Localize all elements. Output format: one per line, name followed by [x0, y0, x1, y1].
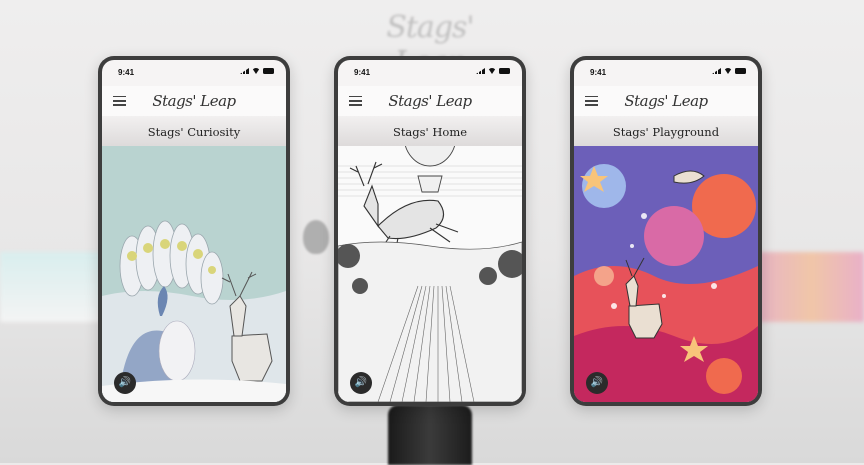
background-wine-bottle: [388, 405, 472, 465]
status-bar: 9:41: [574, 60, 758, 84]
phone-screen: 9:41 Stags' Leap Stags' Playground 🔊: [574, 60, 758, 402]
phone-home: 9:41 Stags' Leap Stags' Home 🔊: [334, 56, 526, 406]
brand-logo[interactable]: Stags' Leap: [378, 92, 482, 110]
hamburger-menu-icon[interactable]: [585, 96, 598, 106]
battery-icon: [499, 68, 510, 74]
experience-title: Stags' Home: [338, 116, 522, 148]
speaker-icon[interactable]: 🔊: [586, 372, 608, 394]
status-bar: 9:41: [102, 60, 286, 84]
cellular-signal-icon: [240, 68, 249, 74]
battery-icon: [735, 68, 746, 74]
brand-logo[interactable]: Stags' Leap: [614, 92, 718, 110]
scene-curiosity[interactable]: [102, 146, 286, 402]
battery-icon: [263, 68, 274, 74]
hamburger-menu-icon[interactable]: [349, 96, 362, 106]
experience-title: Stags' Playground: [574, 116, 758, 148]
speaker-icon[interactable]: 🔊: [350, 372, 372, 394]
background-balloon: [303, 220, 329, 254]
scene-playground[interactable]: [574, 146, 758, 402]
wifi-icon: [724, 68, 732, 74]
phone-screen: 9:41 Stags' Leap Stags' Curiosity 🔊: [102, 60, 286, 402]
wifi-icon: [252, 68, 260, 74]
cellular-signal-icon: [476, 68, 485, 74]
status-time: 9:41: [118, 68, 135, 77]
phone-curiosity: 9:41 Stags' Leap Stags' Curiosity 🔊: [98, 56, 290, 406]
nav-bar: Stags' Leap: [338, 86, 522, 116]
phone-screen: 9:41 Stags' Leap Stags' Home 🔊: [338, 60, 522, 402]
experience-title: Stags' Curiosity: [102, 116, 286, 148]
wifi-icon: [488, 68, 496, 74]
scene-home[interactable]: [338, 146, 522, 402]
status-time: 9:41: [354, 68, 371, 77]
nav-bar: Stags' Leap: [102, 86, 286, 116]
hamburger-menu-icon[interactable]: [113, 96, 126, 106]
brand-logo[interactable]: Stags' Leap: [142, 92, 246, 110]
status-bar: 9:41: [338, 60, 522, 84]
nav-bar: Stags' Leap: [574, 86, 758, 116]
status-time: 9:41: [590, 68, 607, 77]
cellular-signal-icon: [712, 68, 721, 74]
speaker-icon[interactable]: 🔊: [114, 372, 136, 394]
phone-playground: 9:41 Stags' Leap Stags' Playground 🔊: [570, 56, 762, 406]
